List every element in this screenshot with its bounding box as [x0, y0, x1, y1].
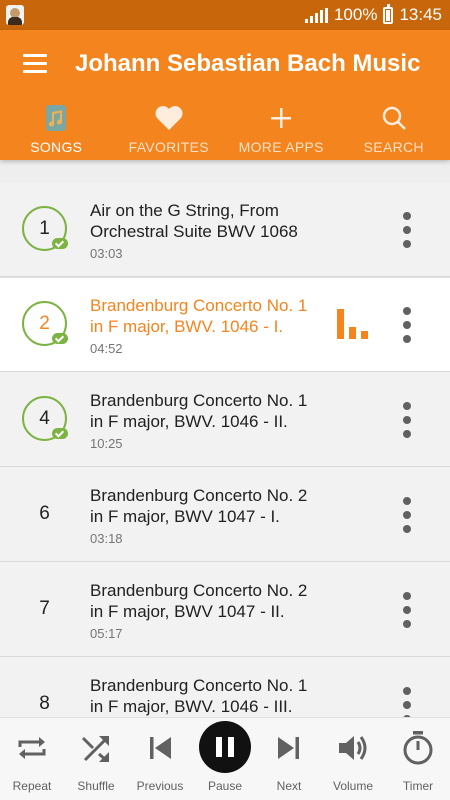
- app-bar: Johann Sebastian Bach Music SONGS FAVORI…: [0, 30, 450, 160]
- song-title: Brandenburg Concerto No. 1 in F major, B…: [90, 296, 308, 336]
- shuffle-icon: [81, 736, 109, 763]
- more-options-icon[interactable]: [398, 497, 416, 533]
- search-icon: [382, 106, 406, 130]
- song-title: Brandenburg Concerto No. 1 in F major, B…: [90, 391, 308, 431]
- tab-label: SONGS: [30, 139, 83, 155]
- timer-icon: [403, 731, 433, 765]
- control-label: Timer: [402, 779, 434, 793]
- status-bar: 100% 13:45: [0, 0, 450, 30]
- clock: 13:45: [399, 5, 442, 24]
- heart-icon: [155, 106, 183, 130]
- track-number: 6: [39, 503, 50, 524]
- tab-favorites[interactable]: FAVORITES: [113, 96, 226, 160]
- signal-icon: [304, 7, 328, 23]
- song-duration: 04:52: [90, 341, 123, 356]
- downloaded-check-icon: [52, 333, 68, 344]
- more-options-icon[interactable]: [398, 307, 416, 343]
- hamburger-menu-icon[interactable]: [23, 54, 47, 74]
- volume-icon: [339, 736, 367, 760]
- downloaded-check-icon: [52, 238, 68, 249]
- tab-songs[interactable]: SONGS: [0, 96, 113, 160]
- tab-label: MORE APPS: [238, 139, 324, 155]
- tab-label: SEARCH: [363, 139, 424, 155]
- tab-search[interactable]: SEARCH: [338, 96, 450, 160]
- song-row[interactable]: 4 Brandenburg Concerto No. 1 in F major,…: [0, 372, 450, 467]
- now-playing-equalizer-icon: [337, 309, 369, 339]
- song-title: Air on the G String, From Orchestral Sui…: [90, 201, 298, 241]
- track-number: 7: [39, 598, 50, 619]
- song-duration: 10:25: [90, 436, 123, 451]
- tab-more-apps[interactable]: MORE APPS: [225, 96, 338, 160]
- status-right: 100% 13:45: [304, 3, 442, 25]
- battery-icon: [383, 3, 394, 24]
- song-row-playing[interactable]: 2 Brandenburg Concerto No. 1 in F major,…: [0, 277, 450, 372]
- song-row[interactable]: 1 Air on the G String, From Orchestral S…: [0, 182, 450, 277]
- song-row[interactable]: 8 Brandenburg Concerto No. 1 in F major,…: [0, 657, 450, 717]
- bach-notification-icon: [6, 5, 24, 25]
- more-options-icon[interactable]: [398, 212, 416, 248]
- track-number: 8: [39, 693, 50, 714]
- song-row[interactable]: 6 Brandenburg Concerto No. 2 in F major,…: [0, 467, 450, 562]
- more-options-icon[interactable]: [398, 402, 416, 438]
- timer-button[interactable]: Timer: [386, 718, 450, 800]
- tab-bar: SONGS FAVORITES MORE APPS SEARCH: [0, 96, 450, 160]
- song-duration: 03:18: [90, 531, 123, 546]
- plus-icon: [271, 108, 292, 128]
- player-controls: Repeat Shuffle Previous Pause Next Volum…: [0, 717, 450, 800]
- skip-next-icon: [278, 737, 299, 759]
- song-row[interactable]: 7 Brandenburg Concerto No. 2 in F major,…: [0, 562, 450, 657]
- tab-label: FAVORITES: [128, 139, 209, 155]
- repeat-icon: [18, 737, 46, 759]
- skip-previous-icon: [150, 737, 171, 759]
- song-duration: 03:03: [90, 246, 123, 261]
- song-list: 1 Air on the G String, From Orchestral S…: [0, 182, 450, 717]
- more-options-icon[interactable]: [398, 687, 416, 717]
- app-title: Johann Sebastian Bach Music: [75, 50, 421, 77]
- song-duration: 05:17: [90, 626, 123, 641]
- more-options-icon[interactable]: [398, 592, 416, 628]
- music-file-icon: [46, 105, 67, 131]
- pause-icon: [199, 721, 251, 773]
- song-title: Brandenburg Concerto No. 2 in F major, B…: [90, 581, 308, 621]
- song-title: Brandenburg Concerto No. 2 in F major, B…: [90, 486, 308, 526]
- song-title: Brandenburg Concerto No. 1 in F major, B…: [90, 676, 308, 716]
- downloaded-check-icon: [52, 428, 68, 439]
- battery-percent: 100%: [333, 5, 378, 24]
